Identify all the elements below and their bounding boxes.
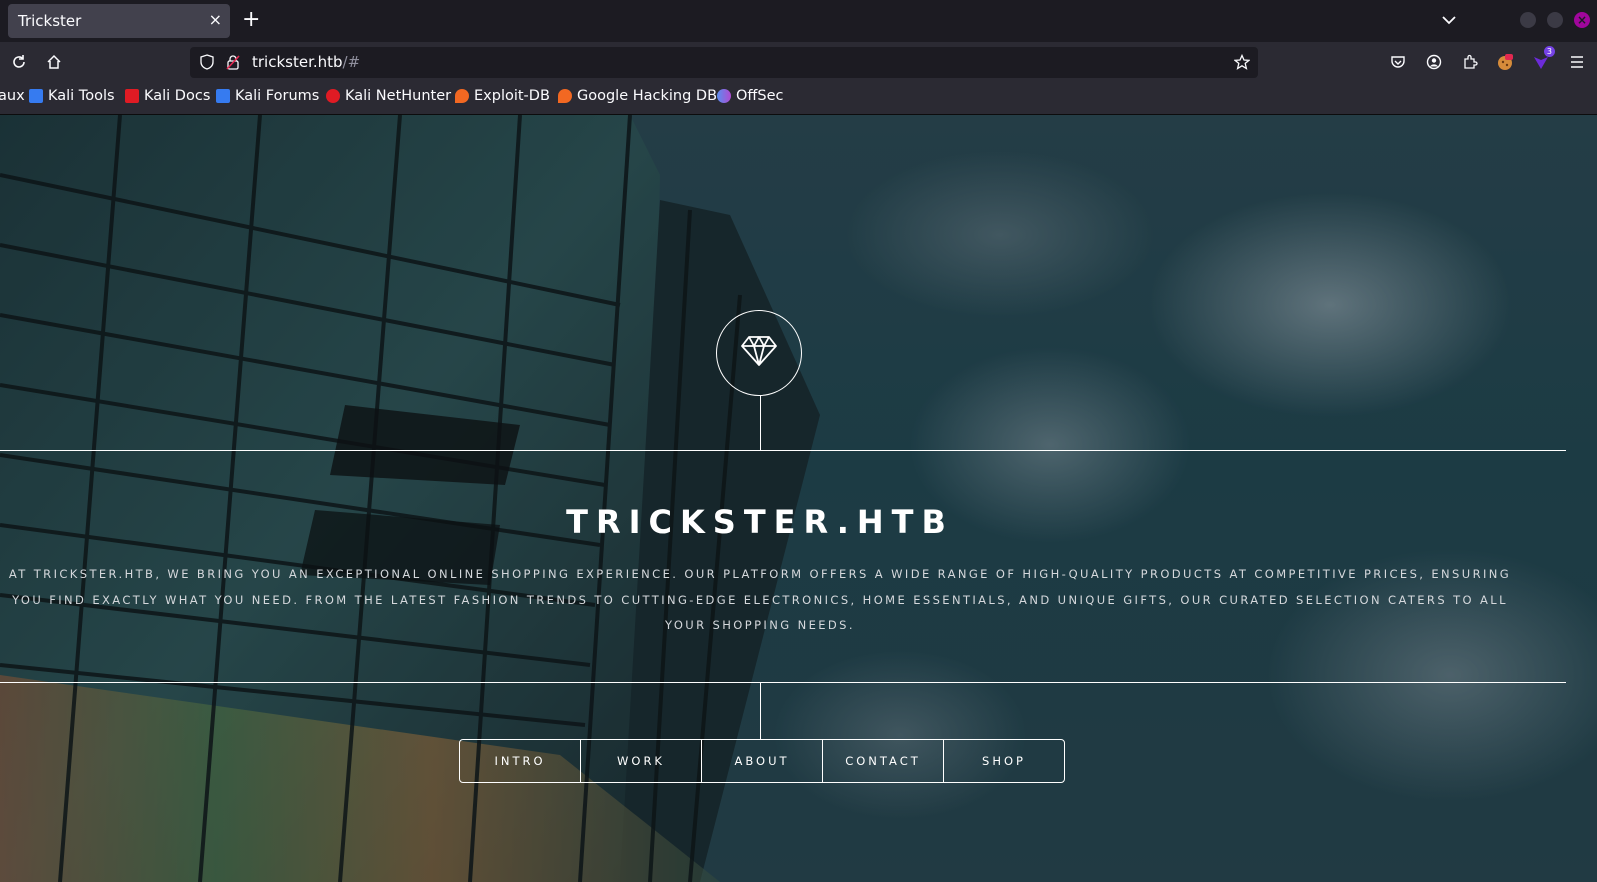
bookmark-kali-forums[interactable]: Kali Forums [216, 88, 319, 104]
bookmark-label: aux [0, 88, 25, 104]
nav-about[interactable]: ABOUT [701, 740, 822, 782]
kali-tools-icon [29, 89, 43, 103]
new-tab-button[interactable]: + [242, 6, 260, 34]
kali-docs-icon [125, 89, 139, 103]
bookmark-kali-linux[interactable]: aux [0, 88, 25, 104]
hamburger-menu-icon[interactable] [1565, 50, 1589, 74]
divider-vertical [760, 396, 761, 451]
nav-contact[interactable]: CONTACT [822, 740, 943, 782]
tab-trickster[interactable]: Trickster × [8, 4, 230, 38]
insecure-lock-icon[interactable] [226, 54, 240, 74]
nav-shop[interactable]: SHOP [943, 740, 1064, 782]
navigation-toolbar: trickster.htb/# 3 [0, 42, 1597, 82]
divider-horizontal [0, 450, 1566, 451]
bookmark-offsec[interactable]: OffSec [717, 88, 784, 104]
bookmark-label: Google Hacking DB [577, 88, 718, 104]
bookmark-label: Kali Tools [48, 88, 115, 104]
url-path: /# [342, 53, 361, 71]
url-host: trickster.htb [252, 53, 343, 71]
offsec-icon [717, 89, 731, 103]
bookmark-label: Exploit-DB [474, 88, 550, 104]
bookmark-google-hacking-db[interactable]: Google Hacking DB [558, 88, 717, 104]
tracking-protection-shield-icon[interactable] [200, 54, 214, 74]
foxyproxy-icon[interactable]: 3 [1529, 46, 1555, 74]
reload-icon[interactable] [7, 50, 31, 74]
site-nav-menu: INTRO WORK ABOUT CONTACT SHOP [459, 739, 1065, 783]
minimize-button[interactable] [1520, 12, 1536, 28]
logo [716, 310, 802, 396]
nav-intro[interactable]: INTRO [460, 740, 580, 782]
bookmark-kali-tools[interactable]: Kali Tools [29, 88, 115, 104]
bookmark-label: Kali Docs [144, 88, 211, 104]
bookmark-label: Kali NetHunter [345, 88, 452, 104]
bookmark-label: OffSec [736, 88, 784, 104]
pocket-icon[interactable] [1386, 50, 1410, 74]
diamond-icon [740, 335, 778, 371]
address-bar[interactable]: trickster.htb/# [190, 47, 1258, 78]
account-icon[interactable] [1422, 50, 1446, 74]
ghdb-icon [558, 89, 572, 103]
cookie-editor-icon[interactable] [1493, 50, 1517, 74]
url-text[interactable]: trickster.htb/# [252, 53, 360, 71]
kali-nethunter-icon [326, 89, 340, 103]
site-description: AT TRICKSTER.HTB, WE BRING YOU AN EXCEPT… [8, 567, 1512, 632]
home-icon[interactable] [42, 50, 66, 74]
tab-close-icon[interactable]: × [209, 10, 222, 29]
tab-strip: Trickster × + × [0, 0, 1597, 42]
kali-forums-icon [216, 89, 230, 103]
window-close-button[interactable]: × [1574, 12, 1590, 28]
list-all-tabs-icon[interactable] [1442, 10, 1456, 29]
bookmark-kali-docs[interactable]: Kali Docs [125, 88, 210, 104]
extensions-icon[interactable] [1458, 50, 1482, 74]
site-title: TRICKSTER.HTB [566, 503, 954, 541]
exploit-db-icon [455, 89, 469, 103]
bookmark-kali-nethunter[interactable]: Kali NetHunter [326, 88, 451, 104]
bookmark-star-icon[interactable] [1233, 53, 1251, 74]
divider-horizontal [0, 682, 1566, 683]
tab-title: Trickster [18, 12, 82, 30]
bookmark-label: Kali Forums [235, 88, 320, 104]
bookmarks-toolbar: aux Kali Tools Kali Docs Kali Forums Kal… [0, 82, 1597, 115]
page-hero: TRICKSTER.HTB AT TRICKSTER.HTB, WE BRING… [0, 115, 1597, 882]
nav-work[interactable]: WORK [580, 740, 701, 782]
bookmark-exploit-db[interactable]: Exploit-DB [455, 88, 550, 104]
maximize-button[interactable] [1547, 12, 1563, 28]
extension-badge: 3 [1543, 46, 1555, 57]
divider-vertical [760, 683, 761, 739]
